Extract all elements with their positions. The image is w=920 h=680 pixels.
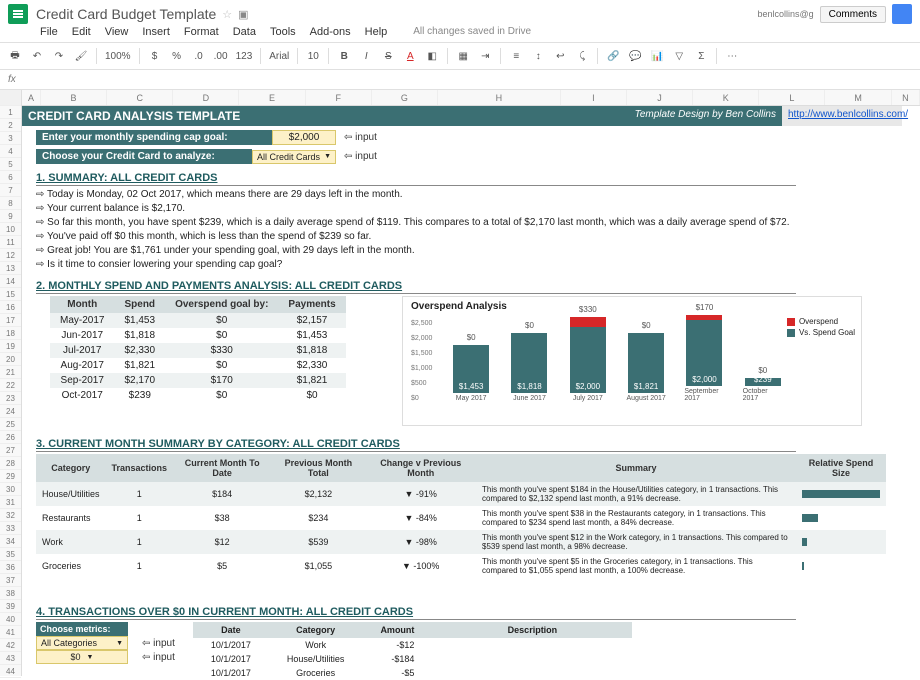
comments-button[interactable]: Comments: [820, 6, 886, 23]
format-percent[interactable]: %: [170, 47, 184, 65]
chevron-down-icon: ▼: [87, 654, 94, 661]
summary-bullets: Today is Monday, 02 Oct 2017, which mean…: [36, 188, 920, 272]
doc-title[interactable]: Credit Card Budget Template: [36, 6, 216, 22]
summary-line: So far this month, you have spent $239, …: [36, 216, 920, 230]
menu-help[interactable]: Help: [365, 26, 388, 38]
undo-icon[interactable]: ↶: [30, 47, 44, 65]
section2-heading: 2. MONTHLY SPEND AND PAYMENTS ANALYSIS: …: [36, 280, 796, 294]
account-avatar[interactable]: [892, 4, 912, 24]
card-select-value: All Credit Cards: [257, 152, 320, 162]
metrics-header: Choose metrics:: [36, 622, 128, 636]
filter-icon[interactable]: ▽: [672, 47, 686, 65]
halign-icon[interactable]: ≡: [509, 47, 523, 65]
fx-icon: fx: [8, 74, 16, 85]
paint-format-icon[interactable]: 🖌: [74, 47, 88, 65]
author-link[interactable]: http://www.benlcollins.com/: [782, 106, 902, 126]
folder-move-icon[interactable]: ▣: [238, 8, 248, 21]
menu-format[interactable]: Format: [184, 26, 219, 38]
menu-addons[interactable]: Add-ons: [310, 26, 351, 38]
template-design-credit: Template Design by Ben Collins: [635, 109, 776, 123]
functions-icon[interactable]: Σ: [694, 47, 708, 65]
save-status: All changes saved in Drive: [413, 26, 531, 38]
chart-title: Overspend Analysis: [411, 301, 853, 312]
row-headers[interactable]: for(let i=1;i<=44;i++)document.write('<d…: [0, 90, 22, 676]
menu-bar: File Edit View Insert Format Data Tools …: [0, 24, 920, 42]
print-icon[interactable]: 🖶: [8, 47, 22, 65]
italic-button[interactable]: I: [359, 47, 373, 65]
section4-heading: 4. TRANSACTIONS OVER $0 IN CURRENT MONTH…: [36, 606, 796, 620]
category-summary-table: CategoryTransactionsCurrent Month To Dat…: [36, 454, 886, 578]
overspend-chart[interactable]: Overspend Analysis Overspend Vs. Spend G…: [402, 296, 862, 426]
font-size[interactable]: 10: [306, 47, 320, 65]
card-label: Choose your Credit Card to analyze:: [36, 149, 252, 164]
menu-insert[interactable]: Insert: [142, 26, 170, 38]
card-select[interactable]: All Credit Cards ▼: [252, 150, 336, 164]
transactions-table: DateCategoryAmountDescription10/1/2017Wo…: [193, 622, 633, 676]
column-headers[interactable]: ABCDEFGHIJKLMN: [22, 90, 920, 106]
title-bar: Credit Card Budget Template ☆ ▣ benlcoll…: [0, 0, 920, 24]
more-icon[interactable]: ⋯: [725, 47, 739, 65]
decrease-decimal[interactable]: .0: [192, 47, 206, 65]
summary-line: Today is Monday, 02 Oct 2017, which mean…: [36, 188, 920, 202]
redo-icon[interactable]: ↷: [52, 47, 66, 65]
chevron-down-icon: ▼: [116, 640, 123, 647]
borders-icon[interactable]: ▦: [456, 47, 470, 65]
amount-filter-select[interactable]: $0 ▼: [36, 650, 128, 664]
monthly-spend-table: MonthSpendOverspend goal by:PaymentsMay-…: [50, 296, 346, 403]
formula-bar[interactable]: fx: [0, 70, 920, 90]
menu-view[interactable]: View: [105, 26, 129, 38]
chevron-down-icon: ▼: [324, 153, 331, 160]
template-title-cell: CREDIT CARD ANALYSIS TEMPLATE Template D…: [22, 106, 782, 126]
menu-file[interactable]: File: [40, 26, 58, 38]
template-title: CREDIT CARD ANALYSIS TEMPLATE: [28, 109, 240, 123]
section3-heading: 3. CURRENT MONTH SUMMARY BY CATEGORY: AL…: [36, 438, 796, 452]
rotate-icon[interactable]: ⤹: [575, 47, 589, 65]
chart-icon[interactable]: 📊: [650, 47, 664, 65]
merge-icon[interactable]: ⇥: [478, 47, 492, 65]
more-formats[interactable]: 123: [236, 47, 253, 65]
wrap-icon[interactable]: ↩: [553, 47, 567, 65]
sheet-content[interactable]: CREDIT CARD ANALYSIS TEMPLATE Template D…: [22, 106, 920, 676]
summary-line: Is it time to consier lowering your spen…: [36, 258, 920, 272]
menu-tools[interactable]: Tools: [270, 26, 296, 38]
goal-hint: input: [344, 132, 377, 143]
goal-label: Enter your monthly spending cap goal:: [36, 130, 272, 145]
summary-line: Your current balance is $2,170.: [36, 202, 920, 216]
menu-data[interactable]: Data: [233, 26, 256, 38]
strike-button[interactable]: S: [381, 47, 395, 65]
menu-edit[interactable]: Edit: [72, 26, 91, 38]
zoom-select[interactable]: 100%: [105, 47, 131, 65]
star-icon[interactable]: ☆: [222, 8, 232, 21]
summary-line: You've paid off $0 this month, which is …: [36, 230, 920, 244]
sheets-logo-icon[interactable]: [8, 4, 28, 24]
toolbar: 🖶 ↶ ↷ 🖌 100% $ % .0 .00 123 Arial 10 B I…: [0, 42, 920, 70]
text-color-button[interactable]: A: [403, 47, 417, 65]
summary-line: Great job! You are $1,761 under your spe…: [36, 244, 920, 258]
filter-hint: input: [142, 638, 175, 649]
fill-color-icon[interactable]: ◧: [425, 47, 439, 65]
section1-heading: 1. SUMMARY: ALL CREDIT CARDS: [36, 172, 796, 186]
category-filter-value: All Categories: [41, 638, 97, 648]
format-currency[interactable]: $: [148, 47, 162, 65]
amount-filter-value: $0: [71, 652, 81, 662]
category-filter-select[interactable]: All Categories ▼: [36, 636, 128, 650]
comment-icon[interactable]: 💬: [628, 47, 642, 65]
metrics-filter: Choose metrics: All Categories ▼ input $0…: [36, 622, 175, 676]
goal-input[interactable]: $2,000: [272, 130, 336, 145]
bold-button[interactable]: B: [337, 47, 351, 65]
increase-decimal[interactable]: .00: [214, 47, 228, 65]
font-select[interactable]: Arial: [269, 47, 289, 65]
link-icon[interactable]: 🔗: [606, 47, 620, 65]
valign-icon[interactable]: ↕: [531, 47, 545, 65]
user-email: benlcollins@g: [757, 9, 813, 19]
filter-hint2: input: [142, 652, 175, 663]
card-hint: input: [344, 151, 377, 162]
